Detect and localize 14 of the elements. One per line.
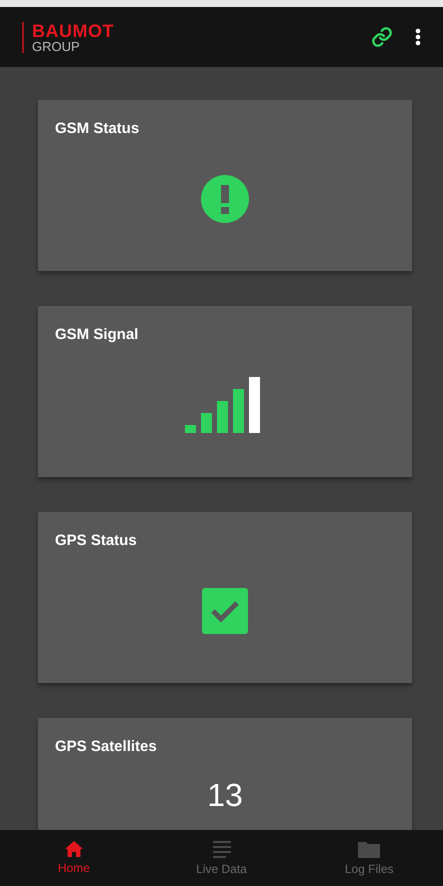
exclamation-circle-icon <box>201 175 249 223</box>
nav-tab[interactable]: Log Files <box>295 830 443 886</box>
checkbox-checked-icon <box>202 588 248 634</box>
satellite-count: 13 <box>207 779 243 811</box>
folder-icon <box>358 840 380 858</box>
card-title: GPS Status <box>55 532 137 549</box>
company-logo: BAUMOT GROUP <box>22 22 114 52</box>
card-title: GSM Status <box>55 120 140 137</box>
list-icon <box>212 840 230 858</box>
nav-tab[interactable]: Live Data <box>148 830 296 886</box>
home-icon <box>64 841 83 857</box>
nav-tab[interactable]: Home <box>0 830 148 886</box>
card-title: GPS Satellites <box>55 738 157 755</box>
card-title: GSM Signal <box>55 326 138 343</box>
